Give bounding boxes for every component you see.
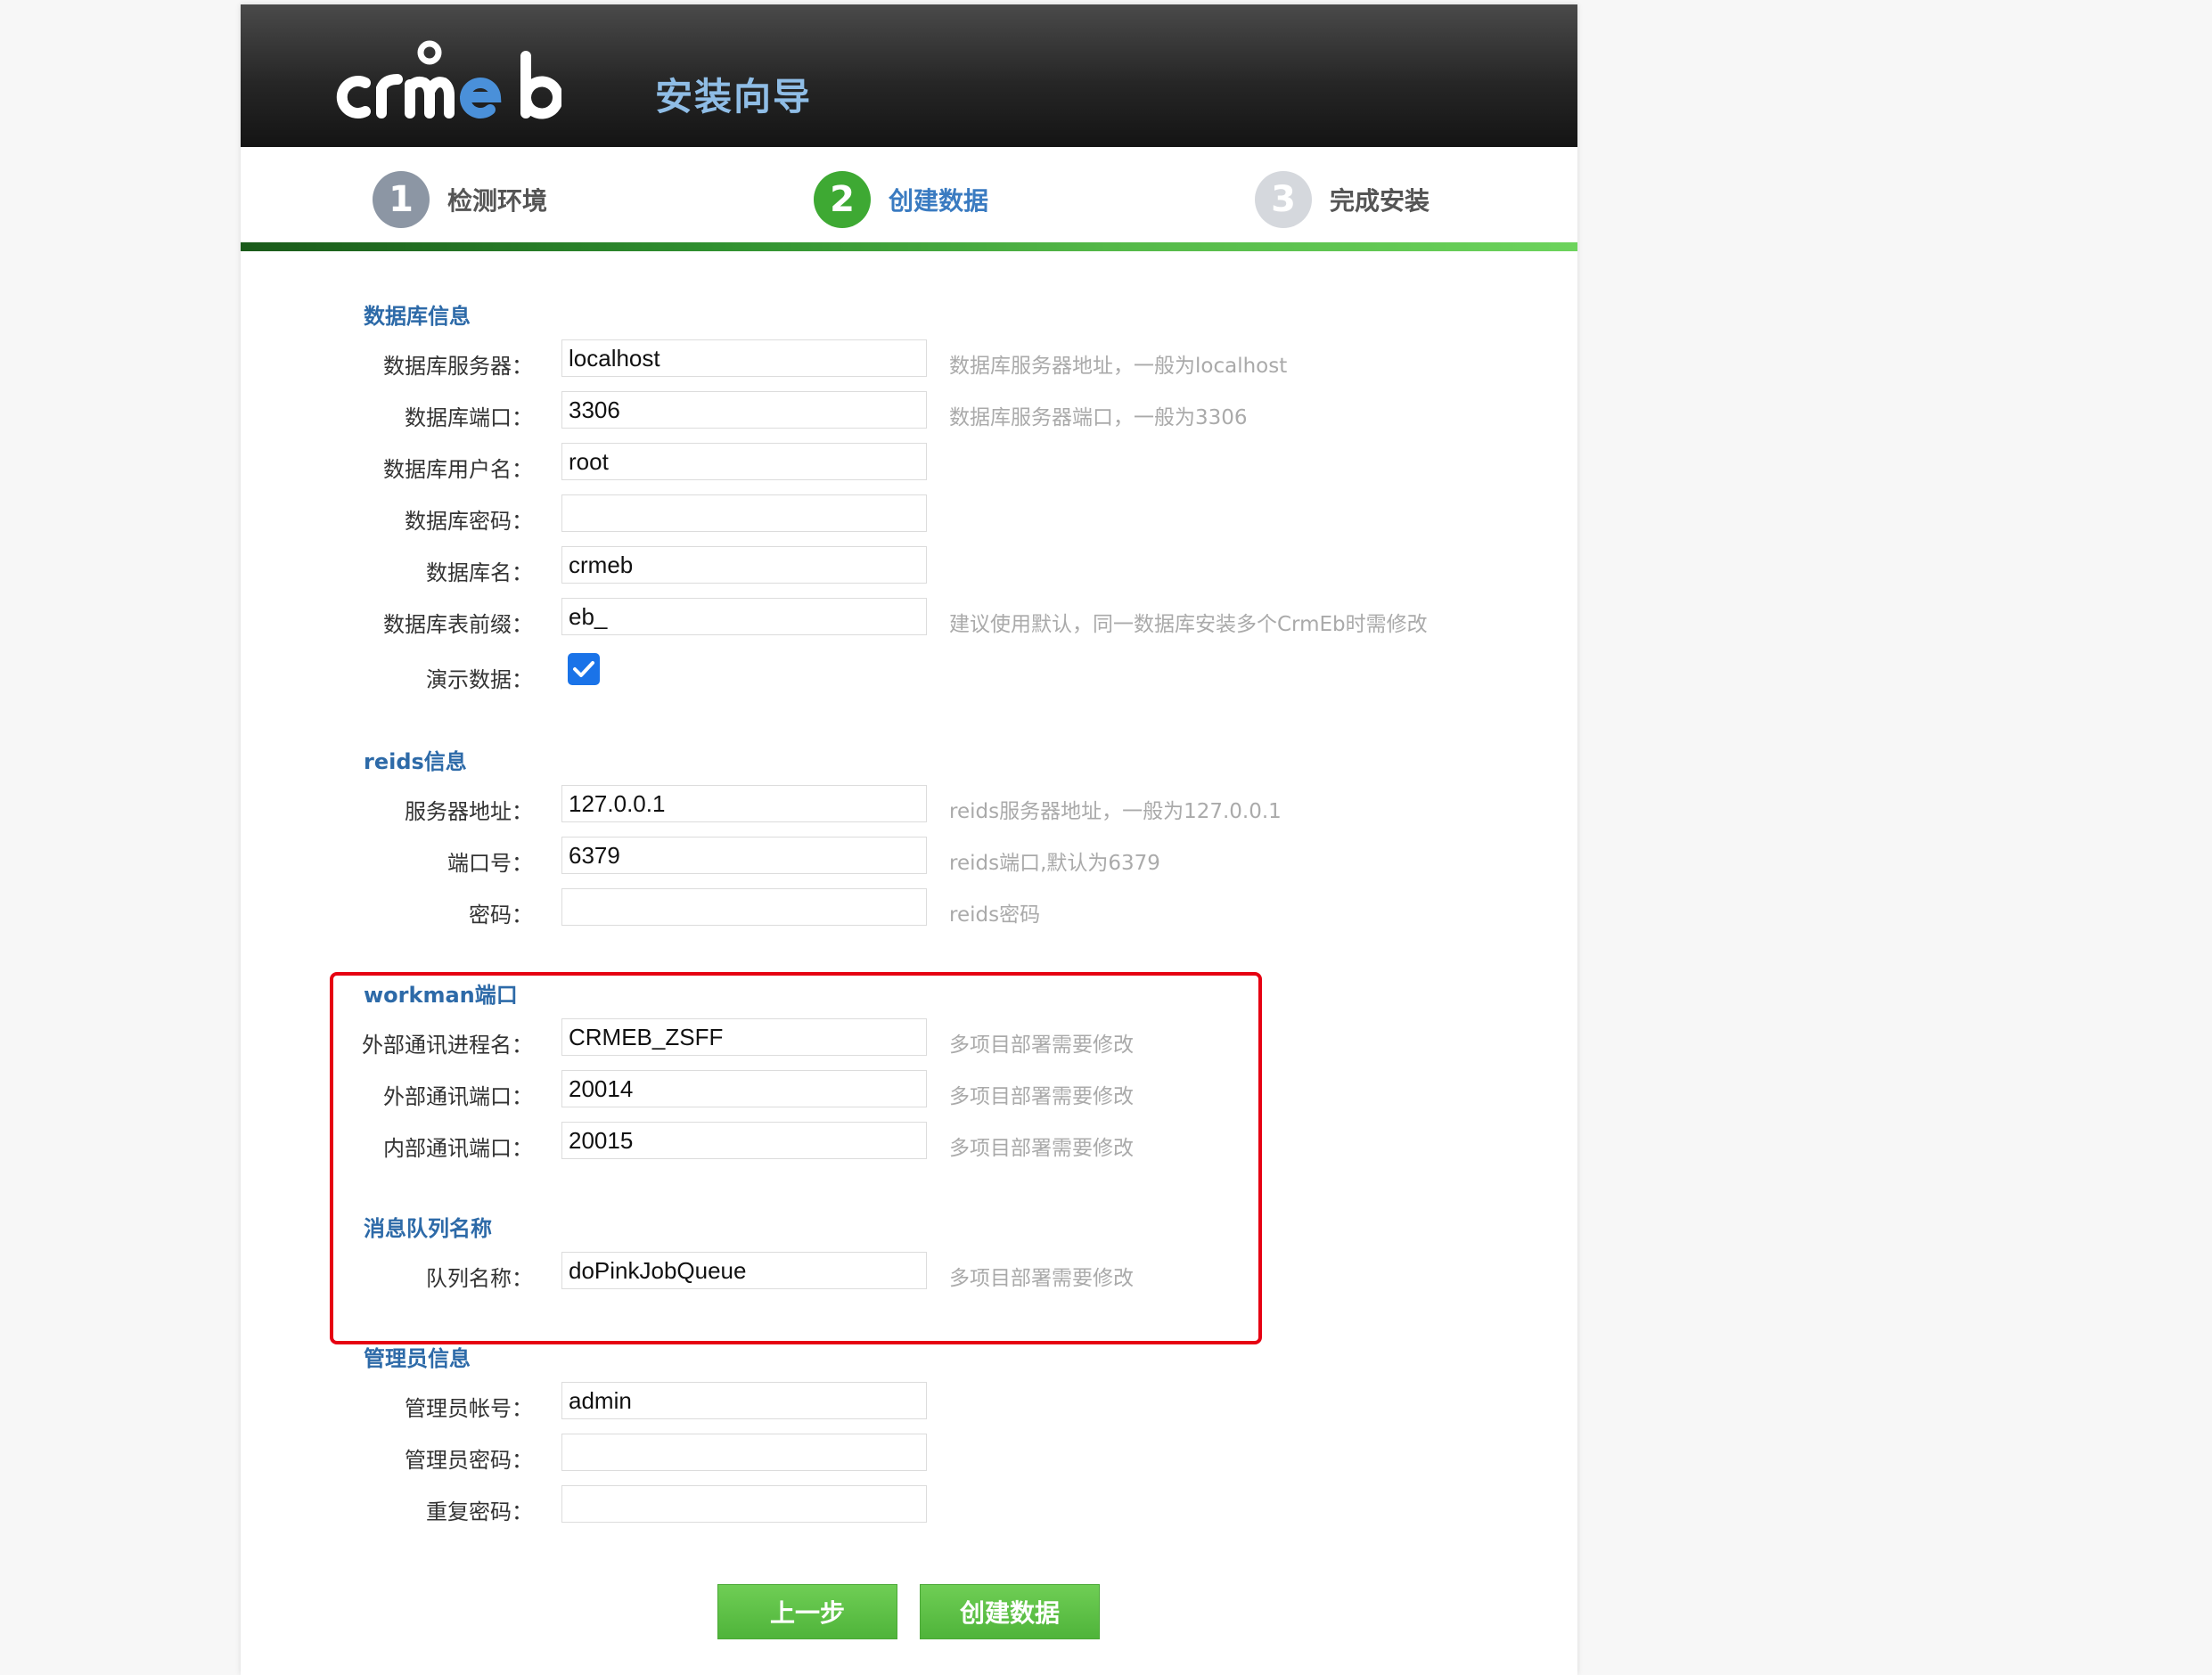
field-row-db-name: 数据库名： (241, 546, 1577, 589)
step-progress-bar (241, 242, 1577, 251)
section-title-redis: reids信息 (364, 749, 467, 774)
db-password-input[interactable] (561, 494, 927, 532)
admin-password-input[interactable] (561, 1434, 927, 1471)
highlight-annotation-box (330, 972, 1262, 1344)
step-complete-install: 3 完成安装 (1255, 170, 1430, 229)
step-number: 1 (373, 171, 430, 228)
create-data-button[interactable]: 创建数据 (920, 1584, 1100, 1639)
step-indicator: 1 检测环境 2 创建数据 3 完成安装 (241, 147, 1577, 254)
admin-password-repeat-input[interactable] (561, 1485, 927, 1523)
redis-port-input[interactable] (561, 837, 927, 874)
field-label: 数据库表前缀： (383, 612, 533, 637)
field-label: 数据库密码： (405, 509, 533, 534)
header-bar: 安装向导 (241, 4, 1577, 147)
section-title-admin: 管理员信息 (364, 1346, 471, 1371)
field-row-admin-password-repeat: 重复密码： (241, 1485, 1577, 1528)
field-row-demo-data: 演示数据： (241, 653, 1577, 696)
field-label: 重复密码： (426, 1499, 533, 1524)
field-label: 演示数据： (426, 667, 533, 692)
step-number: 2 (814, 171, 871, 228)
redis-host-input[interactable] (561, 785, 927, 822)
db-name-input[interactable] (561, 546, 927, 584)
db-port-input[interactable] (561, 391, 927, 429)
step-check-environment: 1 检测环境 (373, 170, 547, 229)
field-label: 数据库端口： (405, 405, 533, 430)
checkmark-icon (573, 661, 594, 677)
field-row-redis-port: 端口号： reids端口,默认为6379 (241, 837, 1577, 879)
crmeb-logo (336, 40, 561, 119)
field-row-admin-password: 管理员密码： (241, 1434, 1577, 1476)
field-row-db-prefix: 数据库表前缀： 建议使用默认，同一数据库安装多个CrmEb时需修改 (241, 598, 1577, 641)
field-row-redis-host: 服务器地址： reids服务器地址，一般为127.0.0.1 (241, 785, 1577, 828)
header-title: 安装向导 (655, 75, 813, 118)
admin-account-input[interactable] (561, 1382, 927, 1419)
field-row-admin-account: 管理员帐号： (241, 1382, 1577, 1425)
field-label: 端口号： (447, 851, 533, 876)
db-user-input[interactable] (561, 443, 927, 480)
field-label: 密码： (469, 903, 533, 927)
step-label: 创建数据 (889, 186, 989, 216)
section-title-database: 数据库信息 (364, 304, 471, 329)
redis-password-input[interactable] (561, 888, 927, 926)
field-label: 数据库用户名： (383, 457, 533, 482)
step-number: 3 (1255, 171, 1312, 228)
step-create-data: 2 创建数据 (814, 170, 988, 229)
installer-page: 安装向导 1 检测环境 2 创建数据 3 完成安装 数据库信息 数据库服务器： … (241, 4, 1577, 1675)
db-prefix-input[interactable] (561, 598, 927, 635)
field-row-db-host: 数据库服务器： 数据库服务器地址，一般为localhost (241, 339, 1577, 382)
field-hint: reids服务器地址，一般为127.0.0.1 (949, 800, 1282, 823)
field-row-db-password: 数据库密码： (241, 494, 1577, 537)
field-hint: reids端口,默认为6379 (949, 852, 1160, 875)
field-row-db-user: 数据库用户名： (241, 443, 1577, 486)
field-row-db-port: 数据库端口： 数据库服务器端口，一般为3306 (241, 391, 1577, 434)
field-label: 数据库服务器： (383, 354, 533, 379)
field-label: 管理员密码： (405, 1448, 533, 1473)
field-row-redis-password: 密码： reids密码 (241, 888, 1577, 931)
step-label: 检测环境 (447, 186, 548, 216)
field-label: 数据库名： (426, 560, 533, 585)
field-label: 管理员帐号： (405, 1396, 533, 1421)
step-label: 完成安装 (1330, 186, 1430, 216)
field-hint: 数据库服务器地址，一般为localhost (949, 355, 1288, 378)
field-hint: 建议使用默认，同一数据库安装多个CrmEb时需修改 (949, 613, 1428, 636)
db-host-input[interactable] (561, 339, 927, 377)
field-label: 服务器地址： (405, 799, 533, 824)
field-hint: 数据库服务器端口，一般为3306 (949, 406, 1248, 429)
field-hint: reids密码 (949, 903, 1041, 927)
previous-step-button[interactable]: 上一步 (717, 1584, 897, 1639)
demo-data-checkbox[interactable] (568, 653, 600, 685)
